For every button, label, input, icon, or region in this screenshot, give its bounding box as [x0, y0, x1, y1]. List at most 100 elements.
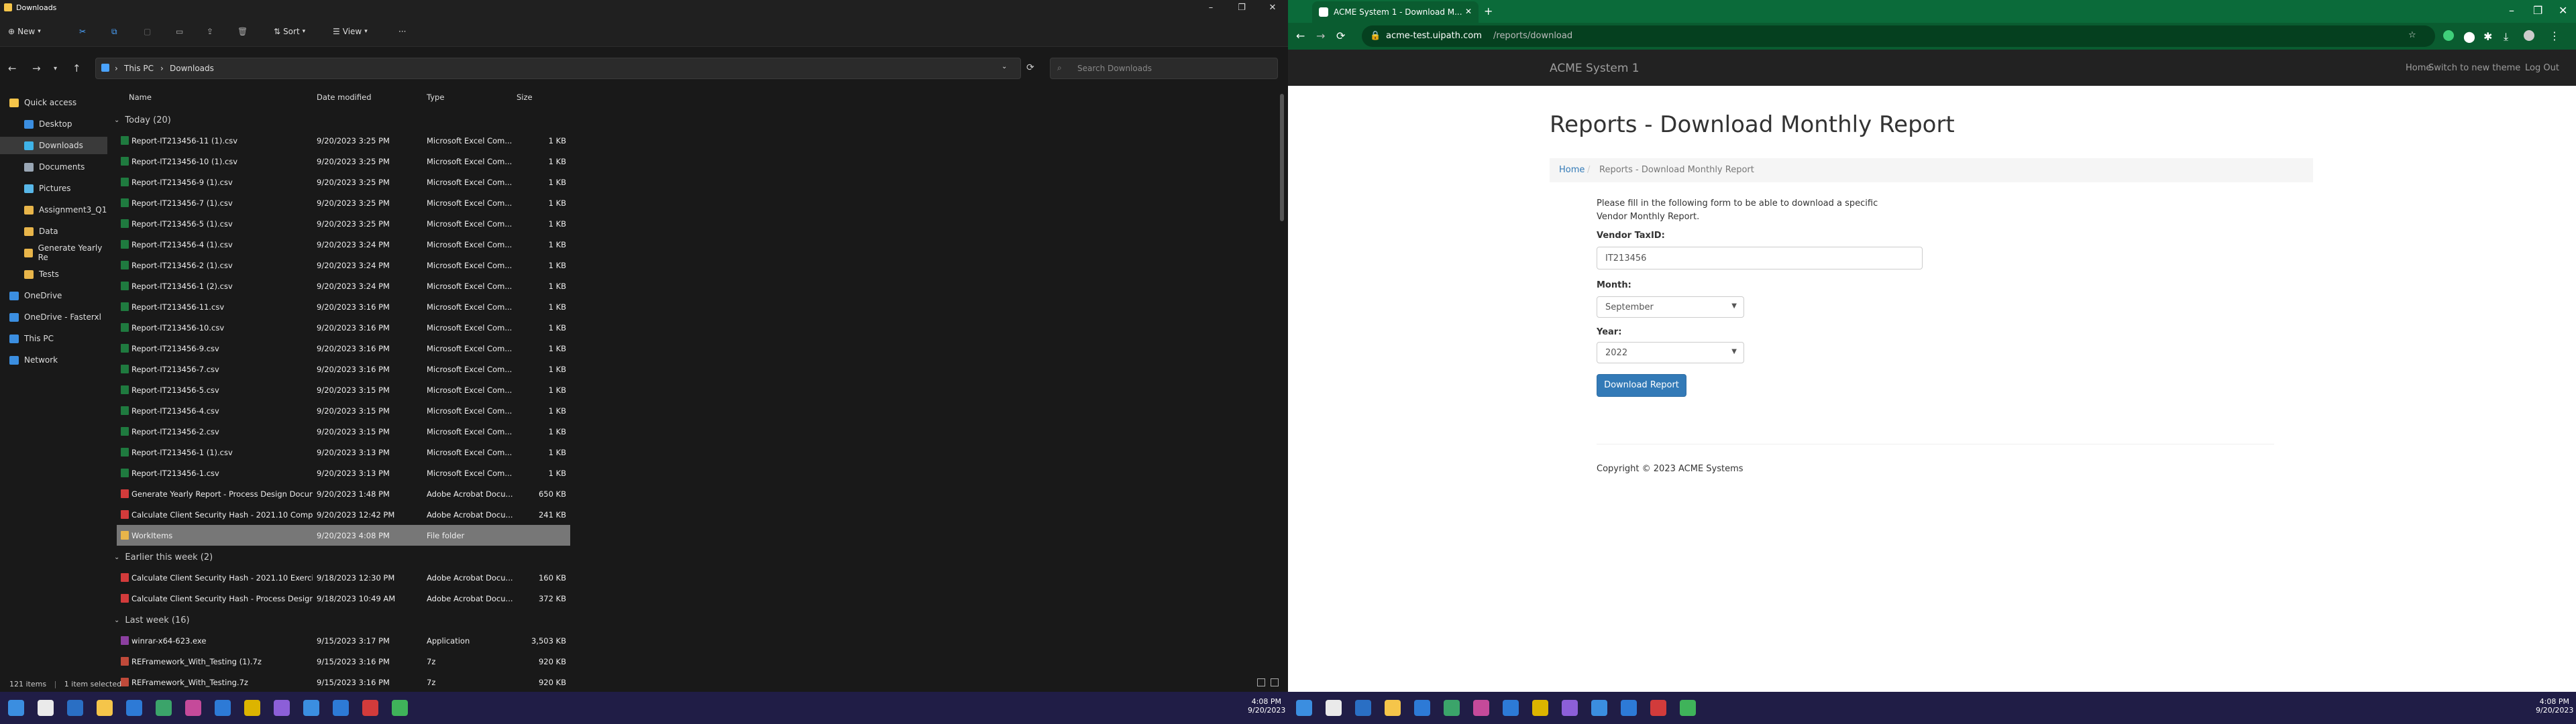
nav-item[interactable]: Quick access — [0, 94, 107, 111]
task-view-icon[interactable] — [67, 700, 83, 716]
file-row[interactable]: Report-IT213456-10 (1).csv 9/20/2023 3:25… — [117, 151, 570, 172]
app-icon[interactable] — [1680, 700, 1696, 716]
download-icon[interactable]: ⤓ — [2504, 30, 2508, 44]
close-tab-icon[interactable]: ✕ — [1465, 7, 1472, 16]
tab-acme[interactable]: ACME System 1 - Download M... ✕ — [1312, 1, 1479, 23]
column-name[interactable]: Name — [129, 93, 152, 102]
menu-icon[interactable]: ⋮ — [2549, 29, 2560, 42]
file-row[interactable]: Calculate Client Security Hash - 2021.10… — [117, 504, 570, 525]
breadcrumb-home[interactable]: Home — [1559, 165, 1585, 175]
close-button[interactable]: ✕ — [2559, 4, 2567, 17]
outlook-icon[interactable] — [126, 700, 142, 716]
back-arrow-icon[interactable]: ← — [8, 62, 17, 74]
extension-icon[interactable] — [2443, 30, 2454, 41]
app-icon[interactable] — [392, 700, 408, 716]
file-explorer-icon[interactable] — [1385, 700, 1401, 716]
nav-log-out[interactable]: Log Out — [2525, 63, 2559, 73]
column-date-modified[interactable]: Date modified — [317, 93, 372, 102]
nav-item[interactable]: This PC — [0, 330, 107, 347]
file-row[interactable]: Calculate Client Security Hash - 2021.10… — [117, 567, 570, 588]
view-button[interactable]: ☰ View ▾ — [333, 25, 368, 38]
file-row[interactable]: Report-IT213456-4 (1).csv 9/20/2023 3:24 … — [117, 234, 570, 255]
nav-item[interactable]: Data — [0, 223, 107, 240]
chrome-icon[interactable] — [244, 700, 260, 716]
search-icon[interactable] — [38, 700, 54, 716]
url-bar[interactable]: 🔒 acme-test.uipath.com /reports/download… — [1362, 25, 2435, 47]
file-row[interactable]: Report-IT213456-7.csv 9/20/2023 3:16 PM Mi… — [117, 359, 570, 379]
details-view-icon[interactable] — [1257, 678, 1265, 686]
month-select[interactable]: September ▼ — [1597, 296, 1744, 318]
bookmark-star-icon[interactable]: ☆ — [2408, 30, 2416, 40]
puzzle-icon[interactable]: ✱ — [2483, 30, 2492, 43]
task-view-icon[interactable] — [1355, 700, 1371, 716]
tiles-view-icon[interactable] — [1271, 678, 1279, 686]
column-type[interactable]: Type — [427, 93, 444, 102]
extension-icon[interactable]: ⬤ — [2463, 30, 2475, 43]
address-bar[interactable]: › This PC › Downloads ⌄ — [95, 58, 1021, 79]
forward-arrow-icon[interactable]: → — [1316, 29, 1325, 42]
visual-studio-icon[interactable] — [274, 700, 290, 716]
nav-item[interactable]: Documents — [0, 158, 107, 176]
download-report-button[interactable]: Download Report — [1597, 374, 1686, 397]
file-row[interactable]: Report-IT213456-1.csv 9/20/2023 3:13 PM Mi… — [117, 463, 570, 483]
file-row[interactable]: Report-IT213456-11 (1).csv 9/20/2023 3:25… — [117, 130, 570, 151]
file-row[interactable]: Generate Yearly Report - Process Design … — [117, 483, 570, 504]
rename-icon[interactable]: ▭ — [176, 25, 183, 38]
file-row[interactable]: Report-IT213456-2.csv 9/20/2023 3:15 PM Mi… — [117, 421, 570, 442]
year-select[interactable]: 2022 ▼ — [1597, 342, 1744, 363]
acrobat-icon[interactable] — [1650, 700, 1666, 716]
file-row[interactable]: Report-IT213456-1 (2).csv 9/20/2023 3:24 … — [117, 276, 570, 296]
maximize-button[interactable]: ❐ — [1226, 0, 1257, 16]
uipath-studio-icon[interactable] — [185, 700, 201, 716]
nav-item[interactable]: Generate Yearly Re — [0, 243, 107, 262]
file-row[interactable]: Calculate Client Security Hash - Process… — [117, 588, 570, 609]
start-icon[interactable] — [1296, 700, 1312, 716]
acrobat-icon[interactable] — [362, 700, 378, 716]
uipath-studio-icon[interactable] — [1473, 700, 1489, 716]
paste-icon[interactable]: ▢ — [144, 25, 151, 38]
file-row[interactable]: Report-IT213456-9 (1).csv 9/20/2023 3:25 … — [117, 172, 570, 192]
word-icon[interactable] — [1503, 700, 1519, 716]
edge-icon[interactable] — [1444, 700, 1460, 716]
nav-switch-theme[interactable]: Switch to new theme — [2428, 63, 2520, 73]
forward-arrow-icon[interactable]: → — [32, 62, 41, 74]
recent-locations-icon[interactable]: ▾ — [54, 65, 57, 72]
close-button[interactable]: ✕ — [1257, 0, 1288, 16]
column-size[interactable]: Size — [517, 93, 533, 102]
new-tab-icon[interactable]: + — [1484, 5, 1493, 17]
outlook-icon[interactable] — [1414, 700, 1430, 716]
visual-studio-icon[interactable] — [1562, 700, 1578, 716]
file-row[interactable]: Report-IT213456-5 (1).csv 9/20/2023 3:25 … — [117, 213, 570, 234]
delete-icon[interactable]: 🗑 — [237, 25, 248, 38]
more-options-button[interactable]: ··· — [398, 25, 406, 38]
edge-icon[interactable] — [156, 700, 172, 716]
file-row[interactable]: REFramework_With_Testing (1).7z 9/15/2023… — [117, 651, 570, 672]
maximize-button[interactable]: ❐ — [2533, 4, 2542, 17]
nav-item[interactable]: Downloads — [0, 137, 107, 154]
share-icon[interactable]: ⇪ — [207, 25, 213, 38]
breadcrumb-this-pc[interactable]: This PC — [124, 64, 154, 73]
up-arrow-icon[interactable]: ↑ — [72, 62, 81, 74]
scrollbar-thumb[interactable] — [1280, 94, 1284, 221]
nav-item[interactable]: OneDrive — [0, 287, 107, 304]
profile-avatar[interactable] — [2524, 30, 2534, 41]
word-icon[interactable] — [215, 700, 231, 716]
nav-home[interactable]: Home — [2406, 63, 2431, 73]
system-clock[interactable]: 4:08 PM 9/20/2023 — [1248, 697, 1285, 715]
nav-item[interactable]: Tests — [0, 265, 107, 283]
group-header[interactable]: ⌄ Earlier this week (2) — [114, 548, 213, 566]
search-input[interactable]: ⌕ Search Downloads — [1050, 58, 1278, 79]
start-icon[interactable] — [8, 700, 24, 716]
file-row[interactable]: WorkItems 9/20/2023 4:08 PM File folder — [117, 525, 570, 546]
nav-item[interactable]: OneDrive - Fasterxl — [0, 308, 107, 326]
cut-icon[interactable]: ✂ — [79, 25, 86, 38]
file-row[interactable]: Report-IT213456-7 (1).csv 9/20/2023 3:25 … — [117, 192, 570, 213]
file-row[interactable]: Report-IT213456-11.csv 9/20/2023 3:16 PM M… — [117, 296, 570, 317]
refresh-icon[interactable]: ⟳ — [1026, 62, 1034, 73]
skype-icon[interactable] — [1591, 700, 1607, 716]
new-button[interactable]: ⊕ New ▾ — [8, 25, 41, 38]
system-clock[interactable]: 4:08 PM 9/20/2023 — [2536, 697, 2573, 715]
vscode-icon[interactable] — [333, 700, 349, 716]
file-row[interactable]: REFramework_With_Testing.7z 9/15/2023 3:1… — [117, 672, 570, 692]
site-brand[interactable]: ACME System 1 — [1550, 62, 1640, 75]
